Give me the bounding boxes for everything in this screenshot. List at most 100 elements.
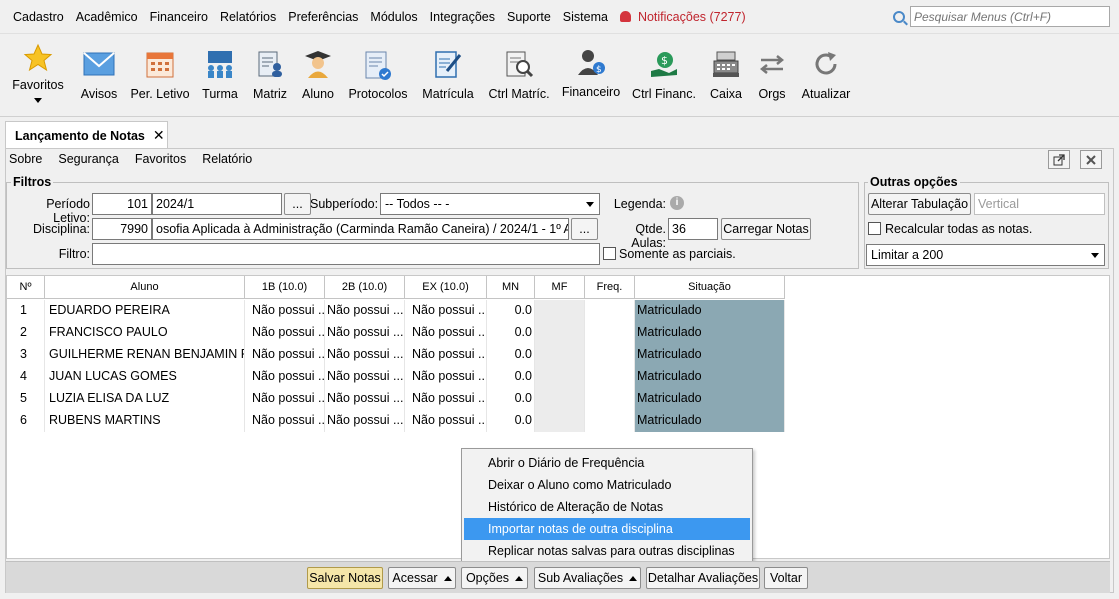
cell-1b[interactable]: Não possui ... (245, 322, 325, 344)
column-header-ex[interactable]: EX (10.0) (405, 276, 487, 299)
menu-preferencias[interactable]: Preferências (282, 10, 364, 24)
cell-2b[interactable]: Não possui ... (325, 388, 405, 410)
menu-academico[interactable]: Acadêmico (70, 10, 144, 24)
toolbar-avisos[interactable]: Avisos (78, 35, 120, 117)
menu-relatorios[interactable]: Relatórios (214, 10, 282, 24)
limitar-select[interactable]: Limitar a 200 (866, 244, 1105, 266)
alterar-tabulacao-button[interactable]: Alterar Tabulação (868, 193, 971, 215)
cell-ex[interactable]: Não possui ... (405, 366, 487, 388)
toolbar-atualizar[interactable]: Atualizar (800, 35, 852, 117)
toolbar-turma[interactable]: Turma (198, 35, 242, 117)
periodo-lookup-button[interactable]: ... (284, 193, 311, 215)
toolbar-caixa[interactable]: Caixa (706, 35, 746, 117)
menu-modulos[interactable]: Módulos (364, 10, 423, 24)
menu-cadastro[interactable]: Cadastro (7, 10, 70, 24)
toolbar-ctrl-matric[interactable]: Ctrl Matríc. (486, 35, 552, 117)
sub-avaliacoes-button[interactable]: Sub Avaliações (534, 567, 641, 589)
detalhar-avaliacoes-button[interactable]: Detalhar Avaliações (646, 567, 760, 589)
acessar-button[interactable]: Acessar (388, 567, 456, 589)
toolbar-protocolos[interactable]: Protocolos (346, 35, 410, 117)
column-header-numero[interactable]: Nº (7, 276, 45, 299)
column-header-situacao[interactable]: Situação (635, 276, 785, 299)
menu-suporte[interactable]: Suporte (501, 10, 557, 24)
tabulacao-field: Vertical (974, 193, 1105, 215)
menu-item-historico-alteracao[interactable]: Histórico de Alteração de Notas (464, 496, 750, 518)
submenu-sobre[interactable]: Sobre (9, 152, 42, 166)
toolbar-label: Ctrl Financ. (632, 87, 696, 101)
cell-1b[interactable]: Não possui ... (245, 366, 325, 388)
cell-2b[interactable]: Não possui ... (325, 344, 405, 366)
person-money-icon: $ (574, 45, 608, 79)
somente-parciais-checkbox[interactable] (603, 247, 616, 260)
submenu-favoritos[interactable]: Favoritos (135, 152, 186, 166)
cell-mn: 0.0 (487, 388, 535, 410)
cell-1b[interactable]: Não possui ... (245, 344, 325, 366)
cell-ex[interactable]: Não possui ... (405, 410, 487, 432)
toolbar-orgs[interactable]: Orgs (754, 35, 790, 117)
close-icon[interactable]: ✕ (153, 127, 165, 144)
sub-avaliacoes-label: Sub Avaliações (537, 571, 624, 585)
periodo-label: Período Letivo: (46, 197, 90, 225)
column-header-mn[interactable]: MN (487, 276, 535, 299)
menu-item-deixar-matriculado[interactable]: Deixar o Aluno como Matriculado (464, 474, 750, 496)
menu-financeiro[interactable]: Financeiro (144, 10, 214, 24)
submenu-seguranca[interactable]: Segurança (58, 152, 118, 166)
toolbar-financeiro[interactable]: $ Financeiro (560, 35, 622, 117)
filtro-field[interactable] (92, 243, 600, 265)
cell-1b[interactable]: Não possui ... (245, 410, 325, 432)
table-row[interactable]: 3 GUILHERME RENAN BENJAMIN PIR... Não po… (7, 344, 787, 366)
cell-1b[interactable]: Não possui ... (245, 300, 325, 322)
cell-situacao: Matriculado (635, 344, 785, 366)
cell-ex[interactable]: Não possui ... (405, 300, 487, 322)
menu-item-importar-notas[interactable]: Importar notas de outra disciplina (464, 518, 750, 540)
table-row[interactable]: 1 EDUARDO PEREIRA Não possui ... Não pos… (7, 300, 787, 322)
menu-integracoes[interactable]: Integrações (424, 10, 501, 24)
disciplina-code-field[interactable]: 7990 (92, 218, 152, 240)
cell-ex[interactable]: Não possui ... (405, 344, 487, 366)
menu-item-abrir-diario[interactable]: Abrir o Diário de Frequência (464, 452, 750, 474)
carregar-notas-button[interactable]: Carregar Notas (721, 218, 811, 240)
table-row[interactable]: 4 JUAN LUCAS GOMES Não possui ... Não po… (7, 366, 787, 388)
cell-2b[interactable]: Não possui ... (325, 322, 405, 344)
opcoes-button[interactable]: Opções (461, 567, 528, 589)
column-header-mf[interactable]: MF (535, 276, 585, 299)
disciplina-lookup-button[interactable]: ... (571, 218, 598, 240)
search-input[interactable] (910, 6, 1110, 27)
toolbar-ctrl-financ[interactable]: $ Ctrl Financ. (632, 35, 696, 117)
column-header-2b[interactable]: 2B (10.0) (325, 276, 405, 299)
detach-window-button[interactable] (1048, 150, 1070, 169)
table-row[interactable]: 5 LUZIA ELISA DA LUZ Não possui ... Não … (7, 388, 787, 410)
submenu-relatorio[interactable]: Relatório (202, 152, 252, 166)
recalcular-checkbox[interactable] (868, 222, 881, 235)
toolbar-aluno[interactable]: Aluno (298, 35, 338, 117)
cell-ex[interactable]: Não possui ... (405, 388, 487, 410)
disciplina-value-field[interactable]: osofia Aplicada à Administração (Carmind… (152, 218, 569, 240)
menu-sistema[interactable]: Sistema (557, 10, 614, 24)
cell-numero: 1 (7, 300, 45, 322)
periodo-value-field[interactable]: 2024/1 (152, 193, 282, 215)
cell-ex[interactable]: Não possui ... (405, 322, 487, 344)
cell-2b[interactable]: Não possui ... (325, 366, 405, 388)
toolbar-matricula[interactable]: Matrícula (420, 35, 476, 117)
table-row[interactable]: 6 RUBENS MARTINS Não possui ... Não poss… (7, 410, 787, 432)
column-header-1b[interactable]: 1B (10.0) (245, 276, 325, 299)
info-icon[interactable]: i (670, 196, 684, 210)
close-panel-button[interactable] (1080, 150, 1102, 169)
subperiodo-select[interactable]: -- Todos -- - (380, 193, 600, 215)
toolbar-matriz[interactable]: Matriz (250, 35, 290, 117)
salvar-notas-button[interactable]: Salvar Notas (307, 567, 383, 589)
column-header-aluno[interactable]: Aluno (45, 276, 245, 299)
toolbar-favoritos[interactable]: Favoritos (8, 35, 68, 117)
tab-lancamento-de-notas[interactable]: Lançamento de Notas ✕ (5, 121, 168, 149)
table-row[interactable]: 2 FRANCISCO PAULO Não possui ... Não pos… (7, 322, 787, 344)
voltar-button[interactable]: Voltar (764, 567, 808, 589)
cell-2b[interactable]: Não possui ... (325, 410, 405, 432)
cell-1b[interactable]: Não possui ... (245, 388, 325, 410)
menu-item-replicar-notas[interactable]: Replicar notas salvas para outras discip… (464, 540, 750, 562)
toolbar-per-letivo[interactable]: Per. Letivo (128, 35, 192, 117)
cell-2b[interactable]: Não possui ... (325, 300, 405, 322)
qtde-aulas-field[interactable]: 36 (668, 218, 718, 240)
periodo-code-field[interactable]: 101 (92, 193, 152, 215)
column-header-freq[interactable]: Freq. (585, 276, 635, 299)
notifications-link[interactable]: Notificações (7277) (619, 10, 746, 24)
